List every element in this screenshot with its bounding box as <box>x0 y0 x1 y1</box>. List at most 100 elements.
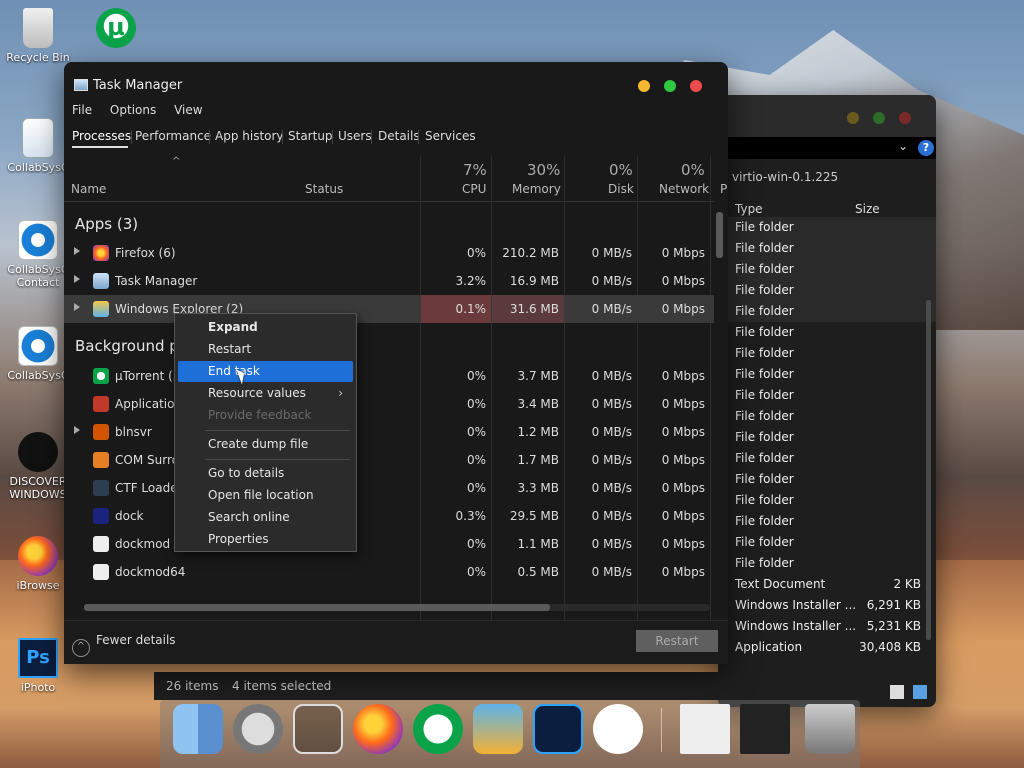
tab-startup[interactable]: Startup <box>284 128 337 146</box>
close-button[interactable] <box>690 80 702 92</box>
header-network[interactable]: Network <box>659 182 709 196</box>
explorer-row[interactable]: File folder <box>718 448 936 469</box>
explorer-row[interactable]: Windows Installer ... 5,231 KB <box>718 616 936 637</box>
explorer-row[interactable]: File folder <box>718 469 936 490</box>
header-power[interactable]: P <box>720 182 727 196</box>
tab-processes[interactable]: Processes <box>68 128 135 146</box>
explorer-row[interactable]: File folder <box>718 217 936 238</box>
file-explorer-icon[interactable] <box>473 704 523 754</box>
explorer-scrollbar[interactable] <box>926 300 931 640</box>
header-cpu[interactable]: CPU <box>462 182 486 196</box>
header-mem-pct: 30% <box>527 161 561 179</box>
tab-users[interactable]: Users <box>334 128 376 146</box>
expand-arrow-icon[interactable] <box>74 275 80 283</box>
explorer-row[interactable]: File folder <box>718 511 936 532</box>
header-status[interactable]: Status <box>305 182 343 196</box>
explorer-row[interactable]: File folder <box>718 301 936 322</box>
close-button[interactable] <box>899 112 911 124</box>
explorer-row[interactable]: File folder <box>718 259 936 280</box>
menu-item-create-dump-file[interactable]: Create dump file <box>178 434 353 455</box>
explorer-row[interactable]: File folder <box>718 322 936 343</box>
process-row[interactable]: dock 0.3% 29.5 MB 0 MB/s 0 Mbps <box>64 502 714 530</box>
minimize-button[interactable] <box>847 112 859 124</box>
header-memory[interactable]: Memory <box>512 182 561 196</box>
desktop-icon-recycle-bin[interactable]: Recycle Bin <box>2 8 74 64</box>
menu-item-resource-values[interactable]: Resource values › <box>178 383 353 404</box>
menu-item-restart[interactable]: Restart <box>178 339 353 360</box>
process-row[interactable]: µTorrent (3 0% 3.7 MB 0 MB/s 0 Mbps <box>64 362 714 390</box>
help-icon[interactable]: ? <box>918 140 934 156</box>
explorer-titlebar[interactable] <box>718 95 936 137</box>
disk-value: 0 MB/s <box>591 302 632 316</box>
tab-services[interactable]: Services <box>421 128 480 146</box>
menu-item-open-file-location[interactable]: Open file location <box>178 485 353 506</box>
task-manager-window[interactable]: Task Manager File Options View Processes… <box>64 62 728 664</box>
details-view-icon[interactable] <box>890 685 904 699</box>
expand-arrow-icon[interactable] <box>74 426 80 434</box>
menu-options[interactable]: Options <box>110 103 156 117</box>
process-row[interactable]: Firefox (6) 0% 210.2 MB 0 MB/s 0 Mbps <box>64 239 714 267</box>
process-row[interactable]: dockmod64 0% 0.5 MB 0 MB/s 0 Mbps <box>64 558 714 586</box>
menu-view[interactable]: View <box>174 103 202 117</box>
header-disk[interactable]: Disk <box>608 182 634 196</box>
process-row[interactable]: Windows Explorer (2) 0.1% 31.6 MB 0 MB/s 0 M… <box>64 295 714 323</box>
explorer-row[interactable]: File folder <box>718 490 936 511</box>
explorer-row[interactable]: Application 30,408 KB <box>718 637 936 658</box>
process-row[interactable]: COM Surro 0% 1.7 MB 0 MB/s 0 Mbps <box>64 446 714 474</box>
explorer-row[interactable]: Windows Installer ... 6,291 KB <box>718 595 936 616</box>
header-name[interactable]: Name <box>71 182 106 196</box>
explorer-row[interactable]: File folder <box>718 280 936 301</box>
horizontal-scrollbar-thumb[interactable] <box>84 604 550 611</box>
explorer-row[interactable]: File folder <box>718 343 936 364</box>
minimize-button[interactable] <box>638 80 650 92</box>
vertical-scrollbar-thumb[interactable] <box>716 212 723 258</box>
expand-arrow-icon[interactable] <box>74 247 80 255</box>
tab-performance[interactable]: Performance <box>131 128 215 146</box>
horizontal-scrollbar[interactable] <box>84 604 710 611</box>
maximize-button[interactable] <box>664 80 676 92</box>
launchpad-icon[interactable] <box>233 704 283 754</box>
explorer-row[interactable]: File folder <box>718 406 936 427</box>
explorer-row[interactable]: File folder <box>718 553 936 574</box>
menu-file[interactable]: File <box>72 103 92 117</box>
explorer-row[interactable]: File folder <box>718 385 936 406</box>
chevron-down-icon[interactable] <box>293 704 343 754</box>
large-icons-view-icon[interactable] <box>913 685 927 699</box>
finder-icon[interactable] <box>173 704 223 754</box>
menu-item-search-online[interactable]: Search online <box>178 507 353 528</box>
apple-icon[interactable] <box>593 704 643 754</box>
menu-item-properties[interactable]: Properties <box>178 529 353 550</box>
photoshop-icon[interactable] <box>533 704 583 754</box>
explorer-row[interactable]: Text Document 2 KB <box>718 574 936 595</box>
maximize-button[interactable] <box>873 112 885 124</box>
expand-arrow-icon[interactable] <box>74 303 80 311</box>
process-row[interactable]: blnsvr 0% 1.2 MB 0 MB/s 0 Mbps <box>64 418 714 446</box>
tab-app-history[interactable]: App history <box>211 128 288 146</box>
desktop-icon-utorrent[interactable]: µ <box>80 8 152 51</box>
explorer-row[interactable]: File folder <box>718 427 936 448</box>
menu-item-go-to-details[interactable]: Go to details <box>178 463 353 484</box>
column-size[interactable]: Size <box>855 202 880 216</box>
fewer-details-link[interactable]: ^ Fewer details <box>72 633 176 657</box>
explorer-window[interactable]: ⌄ ? virtio-win-0.1.225 Type Size File fo… <box>718 95 936 707</box>
explorer-row[interactable]: File folder <box>718 238 936 259</box>
process-row[interactable]: CTF Loader 0% 3.3 MB 0 MB/s 0 Mbps <box>64 474 714 502</box>
task-manager-icon <box>74 79 88 91</box>
utorrent-icon[interactable] <box>413 704 463 754</box>
explorer-row[interactable]: File folder <box>718 532 936 553</box>
chevron-down-icon[interactable]: ⌄ <box>898 139 908 153</box>
restart-button[interactable]: Restart <box>636 630 718 652</box>
tab-details[interactable]: Details <box>374 128 424 146</box>
explorer-row[interactable]: File folder <box>718 364 936 385</box>
process-row[interactable]: dockmod (0% 1.1 MB 0 MB/s 0 Mbps <box>64 530 714 558</box>
menu-item-expand[interactable]: Expand <box>178 317 353 338</box>
trash-icon[interactable] <box>805 704 855 754</box>
firefox-icon[interactable] <box>353 704 403 754</box>
process-icon <box>93 245 109 261</box>
process-row[interactable]: Application 0% 3.4 MB 0 MB/s 0 Mbps <box>64 390 714 418</box>
menu-item-end-task[interactable]: End task <box>178 361 353 382</box>
window-thumbnail-icon[interactable] <box>740 704 790 754</box>
process-row[interactable]: Task Manager 3.2% 16.9 MB 0 MB/s 0 Mbps <box>64 267 714 295</box>
column-type[interactable]: Type <box>735 202 763 216</box>
window-thumbnail-icon[interactable] <box>680 704 730 754</box>
